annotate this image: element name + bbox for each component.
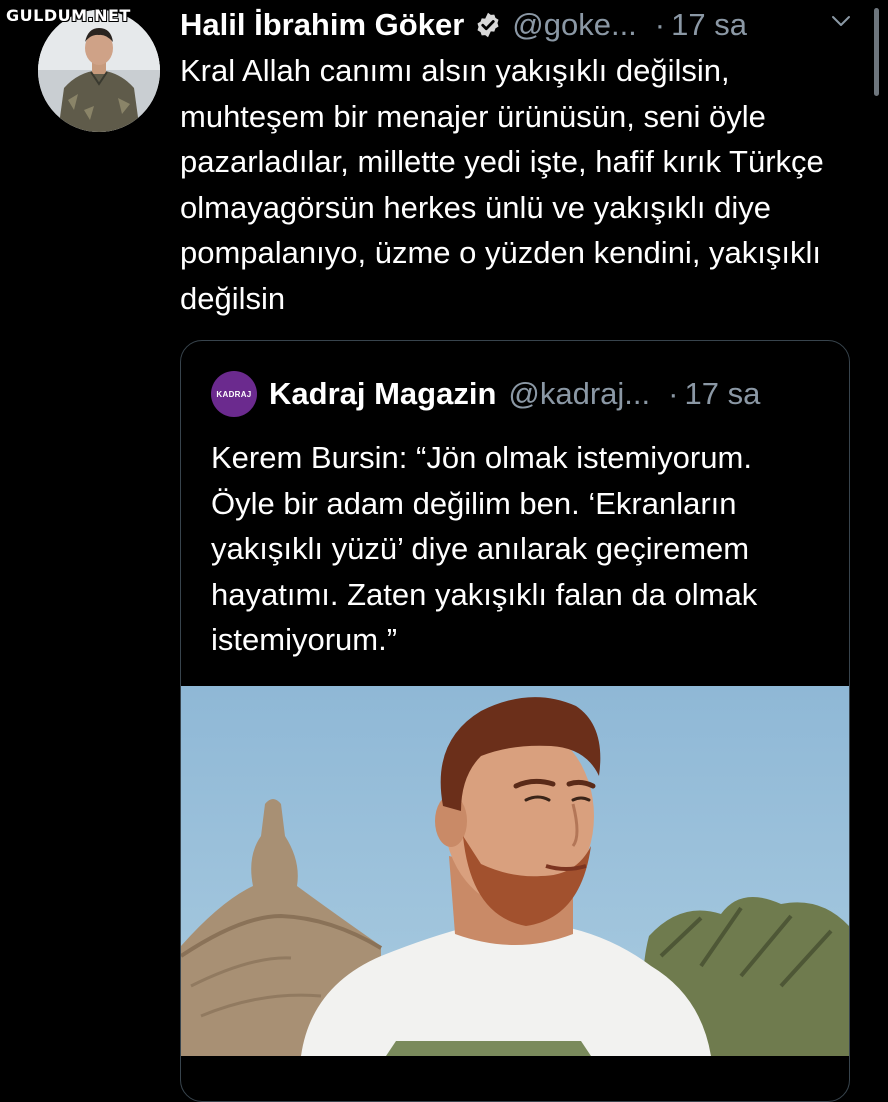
scrollbar[interactable] [874,8,879,96]
quoted-tweet-header: KADRAJ Kadraj Magazin @kadraj... · 17 sa [211,369,831,419]
quoted-tweet[interactable]: KADRAJ Kadraj Magazin @kadraj... · 17 sa… [180,340,850,1102]
quoted-tweet-photo[interactable] [181,686,849,1056]
quoted-author-name[interactable]: Kadraj Magazin [269,376,496,412]
quoted-author-handle[interactable]: @kadraj... [508,376,650,412]
verified-badge-icon [477,12,499,38]
chevron-down-icon[interactable] [830,10,852,32]
tweet-time[interactable]: 17 sa [671,7,747,43]
tweet-text: Kral Allah canımı alsın yakışıklı değils… [180,53,824,316]
quoted-tweet-text: Kerem Bursin: “Jön olmak istemiyorum. Öy… [211,440,758,657]
site-watermark: GULDUM.NET [6,6,131,25]
tweet-header: Halil İbrahim Göker @goke... · 17 sa [180,4,860,46]
avatar[interactable] [38,10,160,132]
avatar-photo [38,10,160,132]
quoted-separator-dot: · [668,376,679,411]
author-name[interactable]: Halil İbrahim Göker [180,7,464,43]
kadraj-logo-text: KADRAJ [216,389,252,399]
kadraj-logo[interactable]: KADRAJ [211,371,257,417]
separator-dot: · [654,7,666,42]
quoted-tweet-time[interactable]: 17 sa [684,376,760,412]
author-handle[interactable]: @goke... [512,7,637,43]
